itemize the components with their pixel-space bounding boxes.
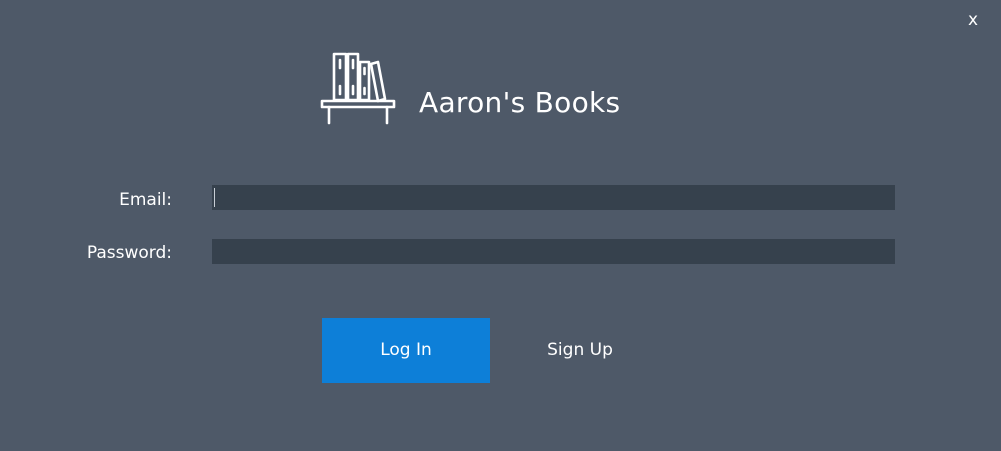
signup-link[interactable]: Sign Up (530, 318, 630, 383)
text-caret (214, 188, 215, 207)
app-title: Aaron's Books (419, 86, 621, 119)
email-field[interactable] (212, 185, 895, 210)
email-label: Email: (119, 190, 172, 210)
password-field[interactable] (212, 239, 895, 264)
close-button[interactable]: x (962, 8, 984, 32)
bookshelf-icon (319, 48, 399, 128)
login-button[interactable]: Log In (322, 318, 490, 383)
login-window: x Aaron's Books Email: Password: Log In … (0, 0, 1001, 451)
password-label: Password: (86, 243, 172, 263)
